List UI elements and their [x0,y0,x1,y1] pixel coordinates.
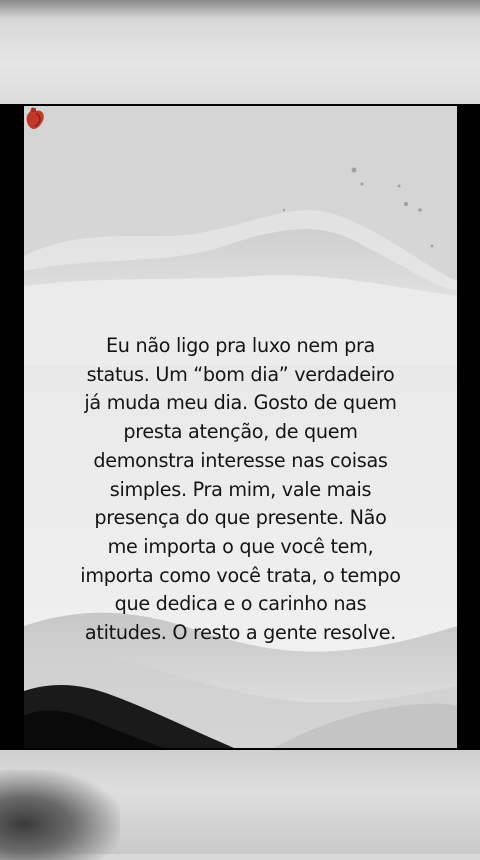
top-blurred-background [0,0,480,106]
quote-line: me importa o que você tem, [107,534,374,558]
quote-line: atitudes. O resto a gente resolve. [84,621,397,645]
blurred-shadow [0,770,120,860]
bottom-blurred-background [0,750,480,860]
quote-line: importa como você trata, o tempo [80,563,401,587]
quote-line: presença do que presente. Não [94,506,387,530]
quote-line: que dedica e o carinho nas [114,592,367,616]
quote-text: Eu não ligo pra luxo nem pra status. Um … [42,332,439,648]
quote-line: demonstra interesse nas coisas [93,448,388,472]
quote-line: presta atenção, de quem [123,420,358,444]
quote-line: já muda meu dia. Gosto de quem [84,391,397,415]
quote-line: Eu não ligo pra luxo nem pra [105,334,376,357]
quote-line: status. Um “bom dia” verdadeiro [86,362,395,386]
quote-card: Eu não ligo pra luxo nem pra status. Um … [24,106,457,748]
quote-line: simples. Pra mim, vale mais [109,477,372,501]
anatomical-heart-icon [26,107,44,129]
